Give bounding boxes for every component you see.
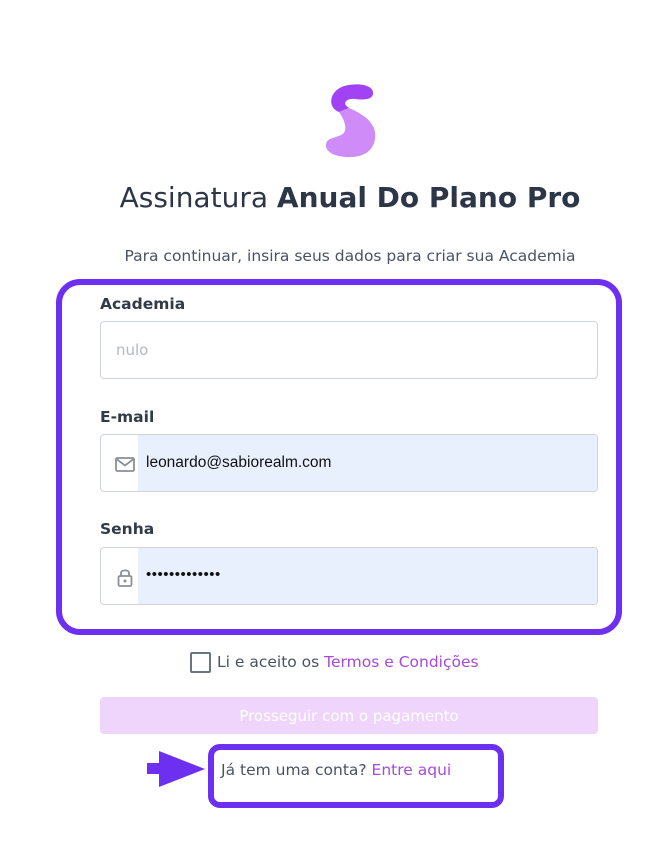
email-label: E-mail xyxy=(100,408,155,426)
password-label: Senha xyxy=(100,520,155,538)
email-value: leonardo@sabiorealm.com xyxy=(146,454,332,471)
login-row: Já tem uma conta? Entre aqui xyxy=(221,761,451,779)
email-field[interactable]: leonardo@sabiorealm.com xyxy=(100,434,598,492)
academia-label: Academia xyxy=(100,295,186,313)
arrow-right-icon xyxy=(147,751,205,787)
proceed-to-payment-button[interactable]: Prosseguir com o pagamento xyxy=(100,697,598,734)
academia-input[interactable]: nulo xyxy=(100,321,598,379)
title-bold: Anual Do Plano Pro xyxy=(276,181,581,214)
academia-placeholder: nulo xyxy=(116,341,149,359)
terms-link[interactable]: Termos e Condições xyxy=(324,653,478,671)
login-prefix: Já tem uma conta? xyxy=(221,761,372,779)
title-regular: Assinatura xyxy=(119,181,268,214)
terms-text: Li e aceito os Termos e Condições xyxy=(217,653,479,671)
password-field[interactable]: ••••••••••••• xyxy=(100,547,598,605)
terms-prefix: Li e aceito os xyxy=(217,653,325,671)
page-subtitle: Para continuar, insira seus dados para c… xyxy=(124,247,576,265)
password-value: ••••••••••••• xyxy=(146,566,221,583)
brand-logo-icon xyxy=(325,84,376,158)
lock-icon xyxy=(117,569,133,587)
login-link[interactable]: Entre aqui xyxy=(372,761,452,779)
envelope-icon xyxy=(115,457,135,472)
page-title: Assinatura Anual Do Plano Pro xyxy=(0,181,670,214)
terms-checkbox[interactable] xyxy=(190,652,211,673)
